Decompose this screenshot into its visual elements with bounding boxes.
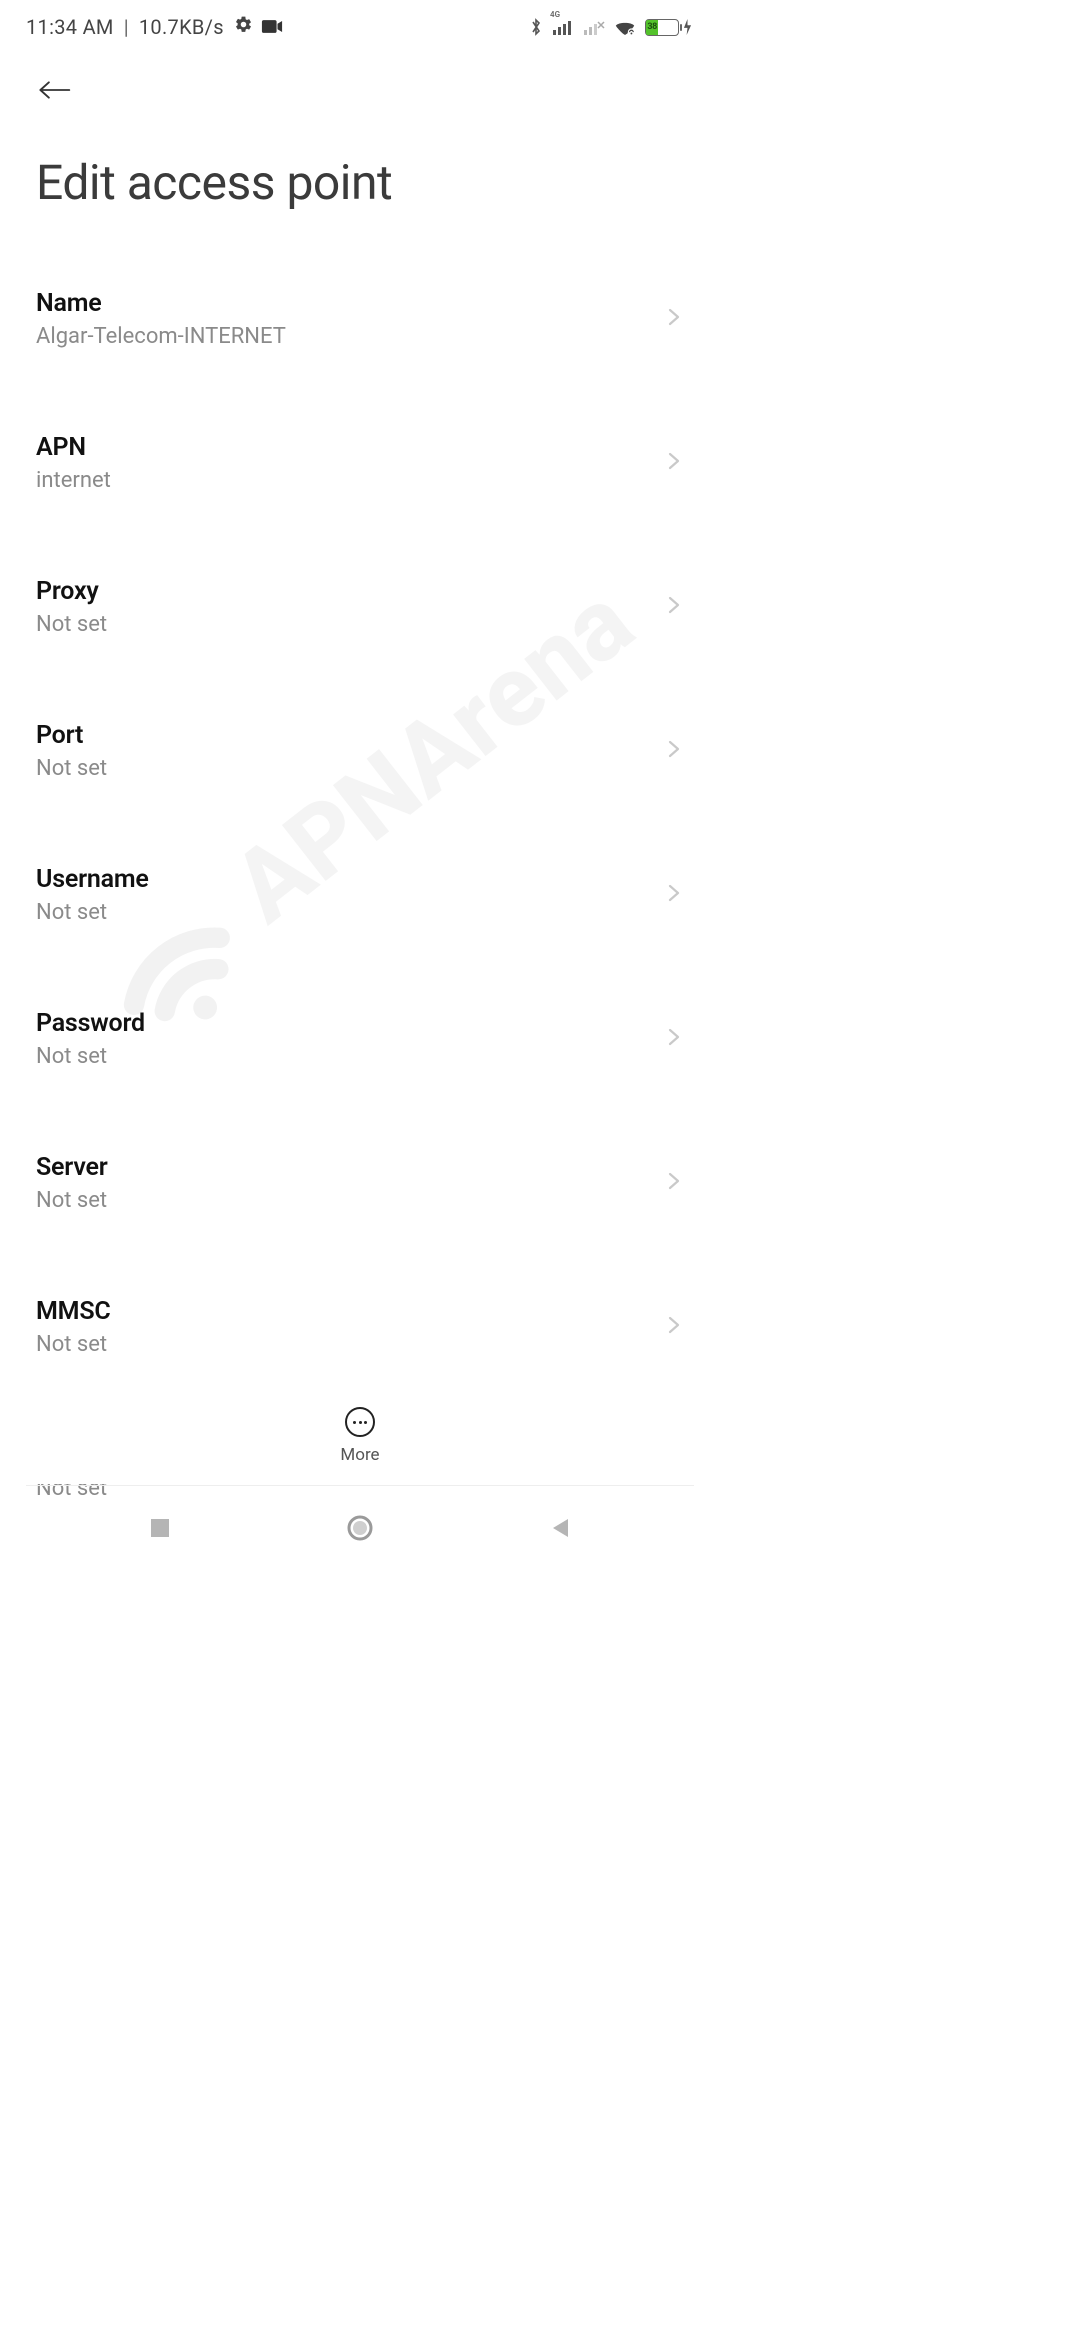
- status-bar: 11:34 AM | 10.7KB/s 4G: [0, 0, 720, 54]
- setting-item-password[interactable]: Password Not set: [36, 987, 684, 1091]
- setting-label: Username: [36, 865, 149, 894]
- nav-back-button[interactable]: [525, 1508, 595, 1548]
- back-button[interactable]: [32, 68, 76, 112]
- chevron-right-icon: [664, 595, 684, 619]
- action-bar: More: [0, 1388, 720, 1484]
- more-label: More: [340, 1445, 379, 1465]
- setting-item-mmsc[interactable]: MMSC Not set: [36, 1275, 684, 1379]
- charging-icon: [683, 19, 692, 35]
- setting-label: Server: [36, 1153, 108, 1182]
- status-right: 4G: [529, 17, 692, 37]
- arrow-left-icon: [37, 78, 71, 102]
- setting-label: Proxy: [36, 577, 107, 606]
- setting-item-apn[interactable]: APN internet: [36, 411, 684, 515]
- setting-value: Not set: [36, 1188, 108, 1213]
- square-icon: [150, 1518, 170, 1538]
- setting-value: Not set: [36, 900, 149, 925]
- page-title: Edit access point: [36, 154, 684, 211]
- nav-home-button[interactable]: [325, 1508, 395, 1548]
- status-left: 11:34 AM | 10.7KB/s: [26, 15, 283, 39]
- network-badge: 4G: [550, 10, 560, 19]
- setting-label: Name: [36, 289, 286, 318]
- status-separator: |: [120, 15, 133, 39]
- setting-item-name[interactable]: Name Algar-Telecom-INTERNET: [36, 267, 684, 371]
- signal-primary-icon: 4G: [552, 19, 574, 35]
- chevron-right-icon: [664, 451, 684, 475]
- setting-label: APN: [36, 433, 111, 462]
- camera-icon: [261, 15, 283, 39]
- wifi-icon: [614, 19, 636, 36]
- battery-level: 38: [646, 20, 658, 35]
- divider: [26, 1485, 694, 1486]
- setting-value: internet: [36, 468, 111, 493]
- chevron-right-icon: [664, 883, 684, 907]
- status-net-speed: 10.7KB/s: [139, 15, 224, 39]
- chevron-right-icon: [664, 307, 684, 331]
- android-nav-bar: [0, 1496, 720, 1560]
- status-time: 11:34 AM: [26, 15, 114, 39]
- bluetooth-icon: [529, 17, 543, 37]
- circle-icon: [347, 1515, 373, 1541]
- signal-secondary-icon: [583, 19, 605, 35]
- setting-item-proxy[interactable]: Proxy Not set: [36, 555, 684, 659]
- setting-item-server[interactable]: Server Not set: [36, 1131, 684, 1235]
- settings-list: Name Algar-Telecom-INTERNET APN internet Pro…: [0, 267, 720, 1523]
- setting-label: MMSC: [36, 1297, 111, 1326]
- chevron-right-icon: [664, 1027, 684, 1051]
- setting-value: Algar-Telecom-INTERNET: [36, 324, 286, 349]
- setting-item-port[interactable]: Port Not set: [36, 699, 684, 803]
- setting-value: Not set: [36, 612, 107, 637]
- setting-item-username[interactable]: Username Not set: [36, 843, 684, 947]
- setting-value: Not set: [36, 756, 107, 781]
- battery-icon: 38: [645, 19, 692, 36]
- triangle-left-icon: [550, 1517, 570, 1539]
- nav-recent-button[interactable]: [125, 1508, 195, 1548]
- setting-value: Not set: [36, 1332, 111, 1357]
- chevron-right-icon: [664, 739, 684, 763]
- chevron-right-icon: [664, 1171, 684, 1195]
- setting-label: Password: [36, 1009, 145, 1038]
- chevron-right-icon: [664, 1315, 684, 1339]
- setting-label: Port: [36, 721, 107, 750]
- more-icon: [345, 1407, 375, 1437]
- more-button[interactable]: More: [340, 1407, 379, 1465]
- gear-icon: [234, 15, 253, 39]
- setting-value: Not set: [36, 1044, 145, 1069]
